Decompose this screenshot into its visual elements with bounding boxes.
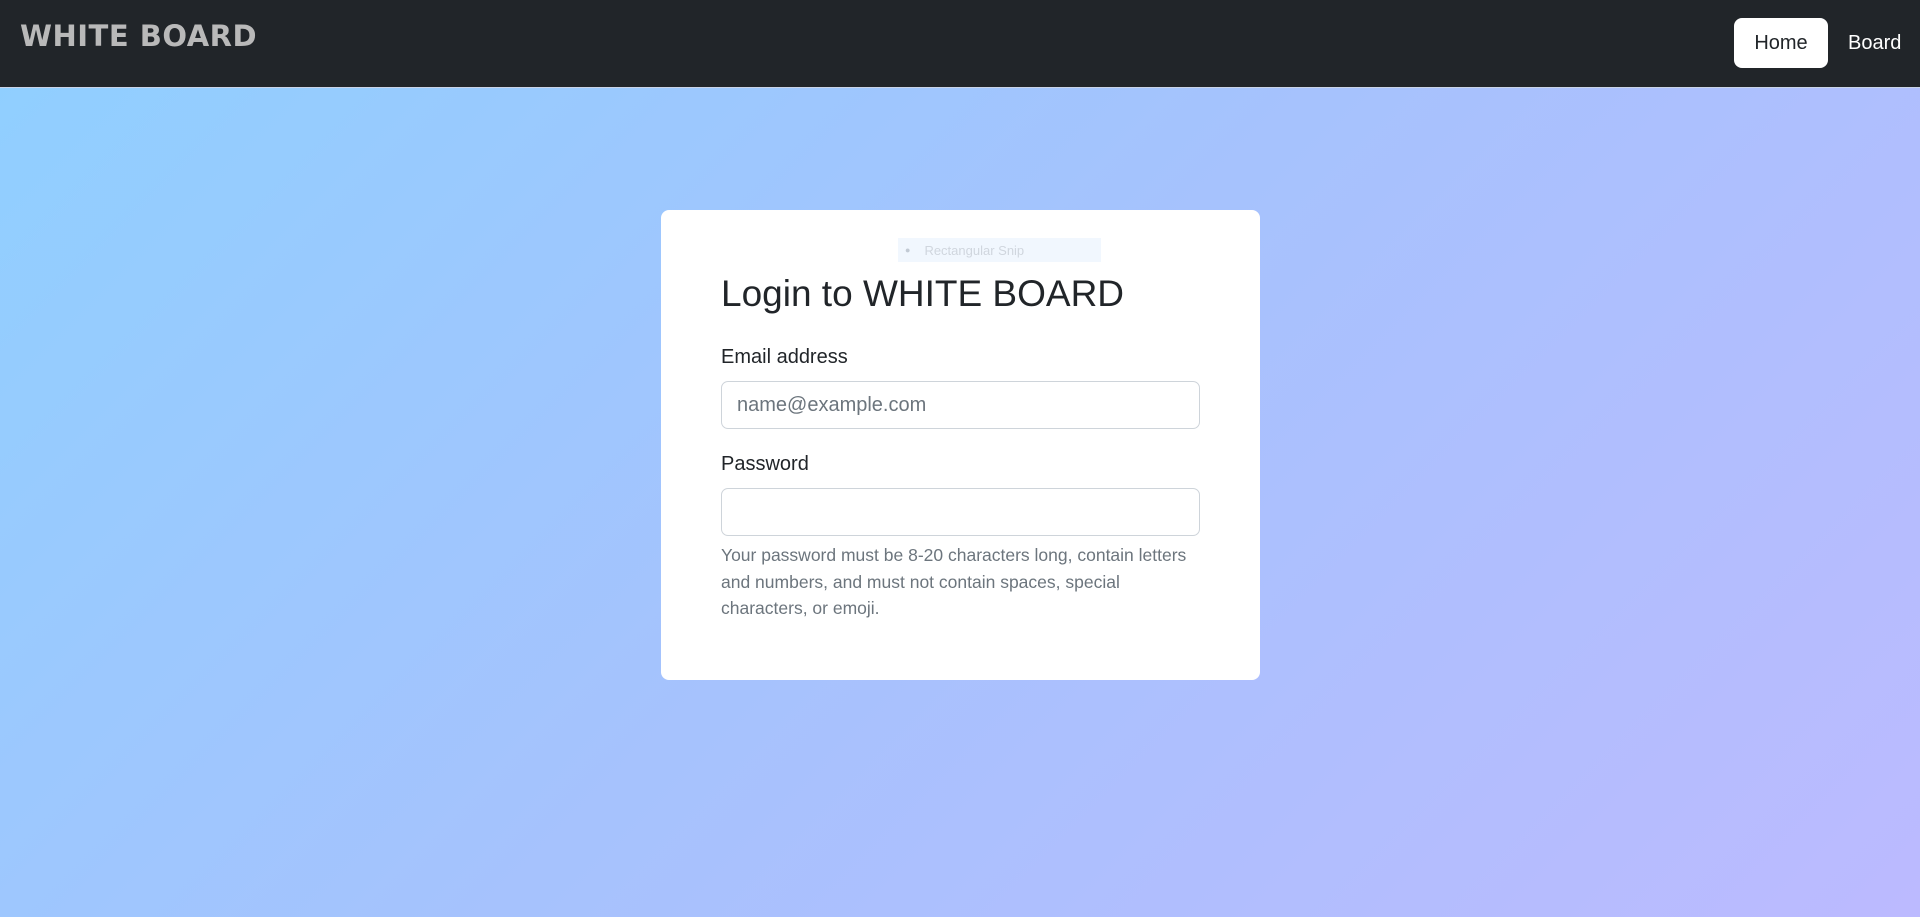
email-field[interactable] xyxy=(721,381,1200,429)
snip-icon: ● xyxy=(905,245,911,255)
password-label: Password xyxy=(721,453,809,475)
email-label: Email address xyxy=(721,346,848,368)
password-field[interactable] xyxy=(721,488,1200,536)
nav-board-link[interactable]: Board xyxy=(1848,18,1901,68)
top-navbar: WHITE BOARD Home Board xyxy=(0,0,1920,88)
brand-logo[interactable]: WHITE BOARD xyxy=(20,19,257,53)
nav-home-link[interactable]: Home xyxy=(1734,18,1828,68)
page-title: Login to WHITE BOARD xyxy=(721,273,1125,314)
login-card: ● Rectangular Snip Login to WHITE BOARD … xyxy=(661,210,1260,680)
password-help-text: Your password must be 8-20 characters lo… xyxy=(721,545,1187,618)
rectangular-snip-overlay: ● Rectangular Snip xyxy=(898,238,1101,262)
snip-label: Rectangular Snip xyxy=(924,242,1025,258)
